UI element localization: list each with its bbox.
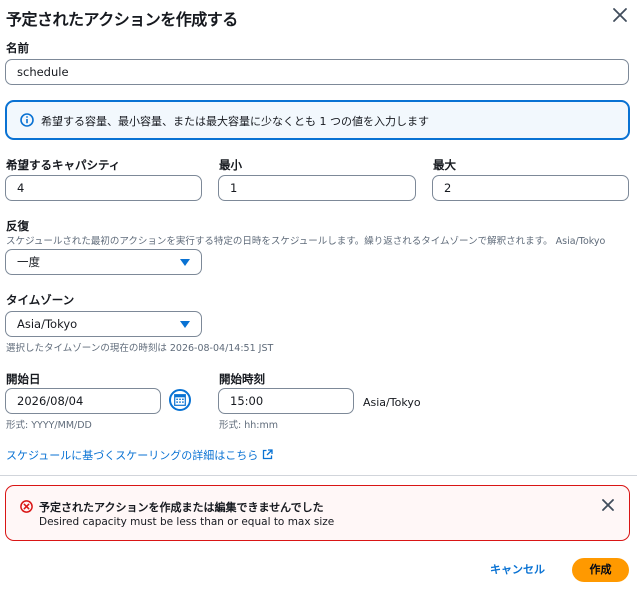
timezone-label: タイムゾーン (6, 293, 75, 307)
close-icon[interactable] (610, 5, 630, 25)
recurrence-selected: 一度 (17, 255, 40, 269)
min-capacity-label: 最小 (219, 158, 242, 172)
timezone-current-time: 選択したタイムゾーンの現在の時刻は 2026-08-04/14:51 JST (6, 343, 274, 354)
timezone-selected: Asia/Tokyo (17, 317, 78, 331)
dismiss-error-icon[interactable] (601, 498, 615, 512)
error-title: 予定されたアクションを作成または編集できませんでした (39, 501, 324, 514)
info-alert: 希望する容量、最小容量、または最大容量に少なくとも 1 つの値を入力します (5, 100, 630, 140)
min-capacity-input[interactable]: 1 (218, 175, 416, 201)
desired-capacity-label: 希望するキャパシティ (6, 158, 121, 172)
start-time-label: 開始時刻 (219, 372, 265, 386)
recurrence-description: スケジュールされた最初のアクションを実行する特定の日時をスケジュールします。繰り… (6, 236, 606, 247)
create-button[interactable]: 作成 (572, 558, 629, 582)
desired-capacity-input[interactable]: 4 (5, 175, 202, 201)
recurrence-select[interactable]: 一度 (5, 249, 202, 275)
cancel-button[interactable]: キャンセル (490, 561, 545, 577)
info-icon (20, 113, 34, 127)
learn-more-link[interactable]: スケジュールに基づくスケーリングの詳細はこちら (6, 447, 273, 463)
start-date-label: 開始日 (6, 372, 41, 386)
error-alert: 予定されたアクションを作成または編集できませんでした Desired capac… (5, 485, 630, 541)
max-capacity-input[interactable]: 2 (432, 175, 629, 201)
divider (0, 475, 637, 476)
error-message: Desired capacity must be less than or eq… (39, 516, 335, 528)
error-icon (20, 500, 33, 513)
learn-more-link-text: スケジュールに基づくスケーリングの詳細はこちら (6, 449, 259, 462)
name-label: 名前 (6, 41, 29, 55)
name-input[interactable]: schedule (5, 59, 629, 85)
external-link-icon (263, 449, 273, 460)
dialog-title: 予定されたアクションを作成する (6, 10, 238, 29)
start-time-format-hint: 形式: hh:mm (219, 420, 278, 431)
info-text: 希望する容量、最小容量、または最大容量に少なくとも 1 つの値を入力します (41, 115, 429, 128)
start-time-input[interactable]: 15:00 (218, 388, 354, 414)
caret-down-icon (180, 321, 190, 328)
max-capacity-label: 最大 (433, 158, 456, 172)
recurrence-label: 反復 (6, 219, 29, 233)
calendar-button[interactable] (169, 389, 191, 411)
start-date-format-hint: 形式: YYYY/MM/DD (6, 420, 92, 431)
caret-down-icon (180, 259, 190, 266)
start-date-input[interactable]: 2026/08/04 (5, 388, 161, 414)
calendar-icon (174, 394, 186, 406)
start-time-timezone: Asia/Tokyo (363, 396, 421, 409)
timezone-select[interactable]: Asia/Tokyo (5, 311, 202, 337)
